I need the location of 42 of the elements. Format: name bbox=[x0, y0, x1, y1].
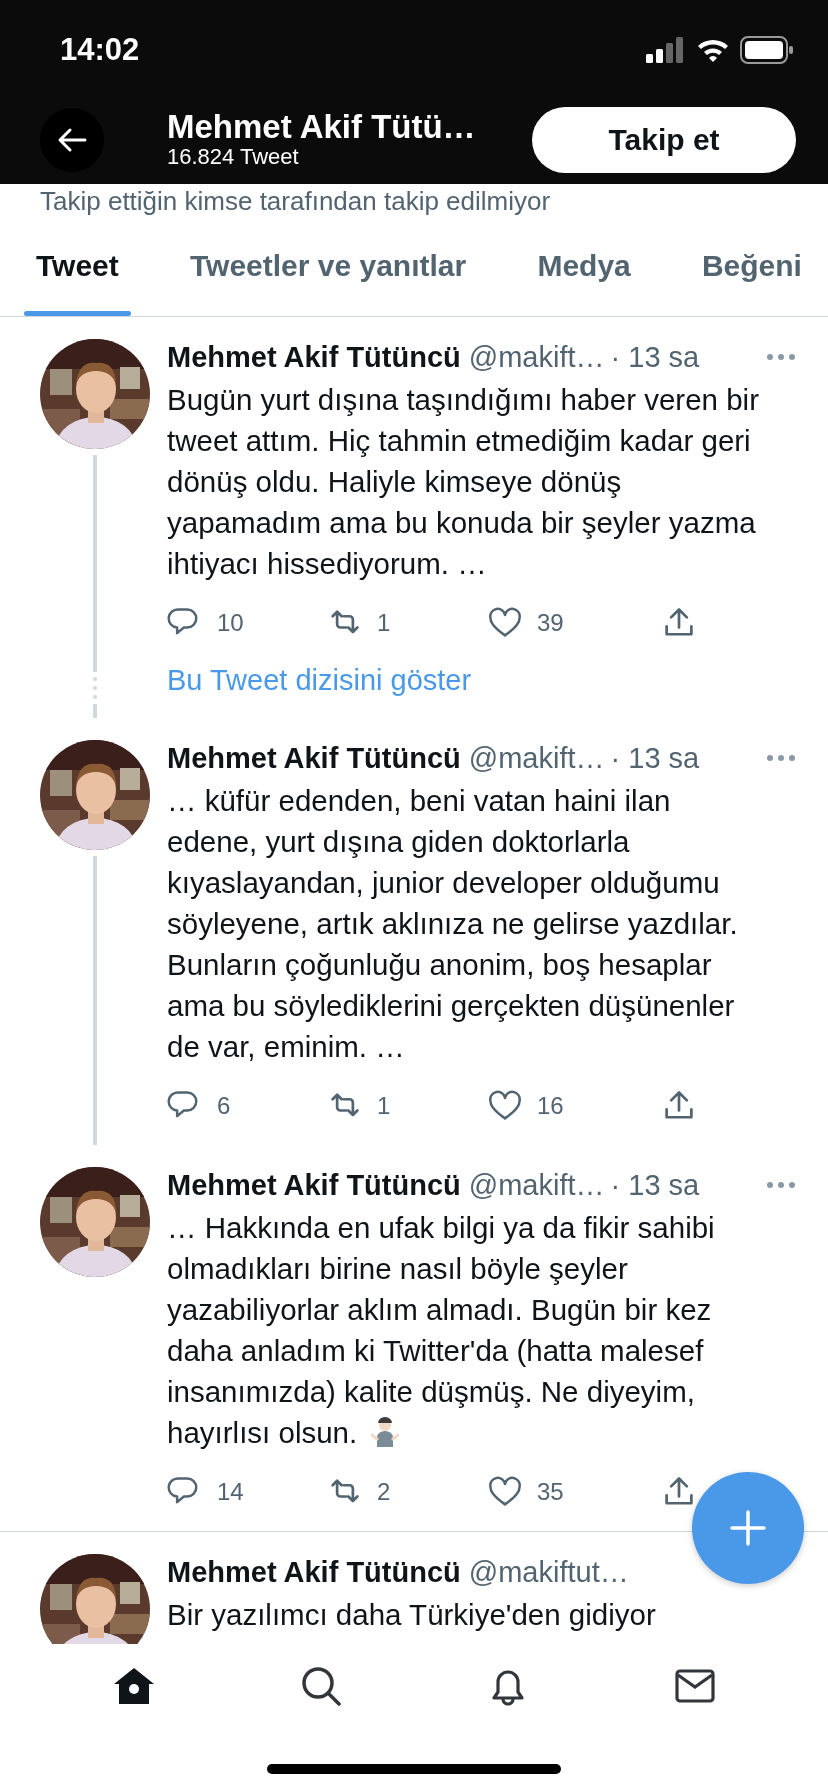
more-icon[interactable] bbox=[766, 353, 796, 361]
author-handle: @makift… bbox=[468, 1168, 605, 1203]
author-handle: @makift… bbox=[468, 741, 605, 776]
replie-count: 10 bbox=[217, 609, 244, 637]
plus-icon bbox=[730, 1510, 766, 1546]
author-name[interactable]: Mehmet Akif Tütüncü bbox=[167, 339, 461, 375]
author-handle: @makiftut… bbox=[468, 1555, 629, 1590]
author-name[interactable]: Mehmet Akif Tütüncü bbox=[167, 1554, 461, 1590]
tweet-text: Bir yazılımcı daha Türkiye'den gidiyor bbox=[167, 1597, 656, 1633]
like-count: 39 bbox=[537, 609, 564, 637]
tweet-text: … küfür edenden, beni vatan haini ilan edene, yurt dışına giden doktorlarla kıyaslayandan, junior developer olduğumu söyleyene, artık aklınıza ne gelirse yazdılar. Bunların çoğunluğu anonim, boş hesaplar ama bu söylediklerini gerçekten düşünenler de var, eminim. … bbox=[167, 783, 739, 1065]
profile-tab[interactable]: Medya bbox=[525, 216, 643, 316]
like-count: 35 bbox=[537, 1478, 564, 1506]
clock: 14:02 bbox=[60, 32, 140, 68]
wifi-icon bbox=[696, 37, 730, 63]
signal-icon bbox=[646, 37, 686, 63]
profile-tab[interactable]: Tweetler ve yanıtlar bbox=[177, 216, 479, 316]
profile-name: Mehmet Akif Tütü… bbox=[167, 110, 477, 144]
replie-count: 14 bbox=[217, 1478, 244, 1506]
tweet-time: · 13 sa bbox=[610, 340, 700, 375]
more-icon[interactable] bbox=[766, 1181, 796, 1189]
battery-icon bbox=[740, 36, 794, 64]
author-name[interactable]: Mehmet Akif Tütüncü bbox=[167, 740, 461, 776]
profile-tab[interactable]: Beğeni bbox=[689, 216, 814, 316]
follow-note: Takip ettiğin kimse tarafından takip edilmiyor bbox=[39, 185, 552, 216]
compose-button[interactable] bbox=[692, 1472, 804, 1584]
replie-count: 6 bbox=[217, 1092, 231, 1120]
back-arrow-icon bbox=[57, 127, 87, 153]
like-count: 16 bbox=[537, 1092, 564, 1120]
retweet-count: 1 bbox=[377, 1092, 391, 1120]
retweet-count: 1 bbox=[377, 609, 391, 637]
profile-tab[interactable]: Tweet bbox=[24, 216, 131, 316]
follow-button[interactable]: Takip et bbox=[532, 107, 796, 173]
tweet-time: · 13 sa bbox=[610, 1168, 700, 1203]
tweet-time: · 13 sa bbox=[610, 741, 700, 776]
tweet-text: … Hakkında en ufak bilgi ya da fikir sahibi olmadıkları birine nasıl böyle şeyler yazabiliyorlar aklım almadı. Bugün bir kez daha anladım ki Twitter'da (hatta malesef insanımızda) kalite düşmüş. Ne diyeyim, hayırlısı olsun. bbox=[167, 1210, 716, 1451]
more-icon[interactable] bbox=[766, 754, 796, 762]
author-name[interactable]: Mehmet Akif Tütüncü bbox=[167, 1167, 461, 1203]
retweet-count: 2 bbox=[377, 1478, 391, 1506]
author-handle: @makift… bbox=[468, 340, 605, 375]
tweet-count: 16.824 Tweet bbox=[167, 144, 300, 170]
tweet-text: Bugün yurt dışına taşındığımı haber veren bir tweet attım. Hiç tahmin etmediğim kadar geri dönüş oldu. Haliyle kimseye dönüş yapamadım ama bu konuda bir şeyler yazma ihtiyacı hissediyorum. … bbox=[167, 382, 760, 582]
